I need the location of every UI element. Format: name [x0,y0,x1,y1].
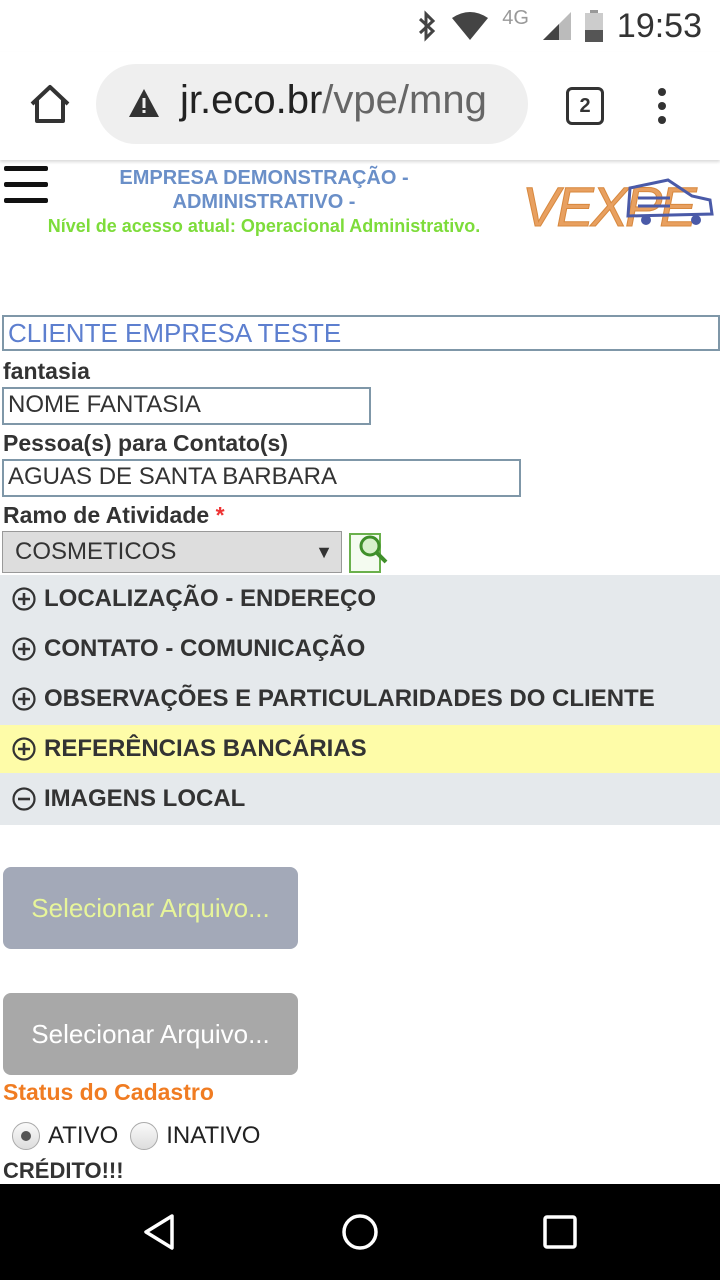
status-radio-group: ATIVO INATIVO [12,1116,260,1156]
section-imagens-local[interactable]: IMAGENS LOCAL [0,775,720,823]
recent-apps-icon[interactable] [542,1214,578,1250]
select-file-button-1[interactable]: Selecionar Arquivo... [3,867,298,949]
activity-select[interactable]: COSMETICOS ▼ [2,531,342,573]
bluetooth-icon [419,10,436,42]
overflow-menu-icon[interactable] [654,88,670,128]
expand-plus-icon [12,737,36,761]
status-bar: 4G 19:53 [0,0,720,52]
address-bar[interactable]: jr.eco.br/vpe/mng [96,64,528,144]
section-localizacao[interactable]: LOCALIZAÇÃO - ENDEREÇO [0,575,720,623]
warning-icon[interactable] [128,88,160,118]
radio-ativo-label[interactable]: ATIVO [48,1122,118,1150]
company-line2: ADMINISTRATIVO - [172,191,356,213]
clock: 19:53 [616,6,702,45]
section-label: REFERÊNCIAS BANCÁRIAS [44,735,367,762]
back-icon[interactable] [140,1212,180,1252]
tab-switcher-button[interactable]: 2 [566,87,604,125]
section-contato[interactable]: CONTATO - COMUNICAÇÃO [0,625,720,673]
section-label: OBSERVAÇÕES E PARTICULARIDADES DO CLIENT… [44,685,655,712]
required-marker: * [215,502,225,528]
radio-inativo[interactable] [130,1122,159,1150]
section-observacoes[interactable]: OBSERVAÇÕES E PARTICULARIDADES DO CLIENT… [0,675,720,723]
activity-label-text: Ramo de Atividade [3,502,210,528]
network-type: 4G [502,6,529,29]
client-name-field[interactable]: CLIENTE EMPRESA TESTE [2,315,720,351]
expand-plus-icon [12,687,36,711]
contact-input[interactable]: AGUAS DE SANTA BARBARA [2,459,521,497]
android-nav-bar [0,1184,720,1280]
radio-ativo[interactable] [12,1122,40,1150]
activity-selected-value: COSMETICOS [15,538,177,565]
expand-plus-icon [12,637,36,661]
collapse-minus-icon [12,787,36,811]
svg-text:VEXPE: VEXPE [522,175,697,236]
section-label: LOCALIZAÇÃO - ENDEREÇO [44,585,376,612]
section-label: IMAGENS LOCAL [44,785,246,812]
signal-icon [542,12,571,40]
expand-plus-icon [12,587,36,611]
browser-toolbar: jr.eco.br/vpe/mng 2 [0,52,720,160]
contact-label: Pessoa(s) para Contato(s) [3,430,289,456]
section-referencias-bancarias[interactable]: REFERÊNCIAS BANCÁRIAS [0,725,720,773]
home-circle-icon[interactable] [340,1212,380,1252]
battery-icon [584,10,603,42]
url-domain: jr.eco.br [180,78,323,122]
company-title: EMPRESA DEMONSTRAÇÃO - ADMINISTRATIVO - [20,166,508,214]
select-file-button-2[interactable]: Selecionar Arquivo... [3,993,298,1075]
activity-label: Ramo de Atividade * [3,502,225,529]
search-document-icon[interactable] [348,530,390,574]
home-icon[interactable] [26,80,74,128]
url-path: /vpe/mng [322,78,487,122]
company-line1: EMPRESA DEMONSTRAÇÃO - [119,167,409,189]
fantasia-input[interactable]: NOME FANTASIA [2,387,371,425]
section-label: CONTATO - COMUNICAÇÃO [44,635,366,662]
wifi-icon [452,12,489,40]
credit-label: CRÉDITO!!! [3,1158,124,1183]
sections-accordion: LOCALIZAÇÃO - ENDEREÇO CONTATO - COMUNIC… [0,575,720,825]
vexpe-logo: VEXPE [522,175,714,236]
access-level: Nível de acesso atual: Operacional Admin… [47,216,481,236]
dropdown-arrow-icon: ▼ [315,542,333,562]
url-text[interactable]: jr.eco.br/vpe/mng [180,78,487,123]
fantasia-label: fantasia [3,358,90,384]
radio-inativo-label[interactable]: INATIVO [166,1122,260,1150]
status-title: Status do Cadastro [3,1079,214,1105]
